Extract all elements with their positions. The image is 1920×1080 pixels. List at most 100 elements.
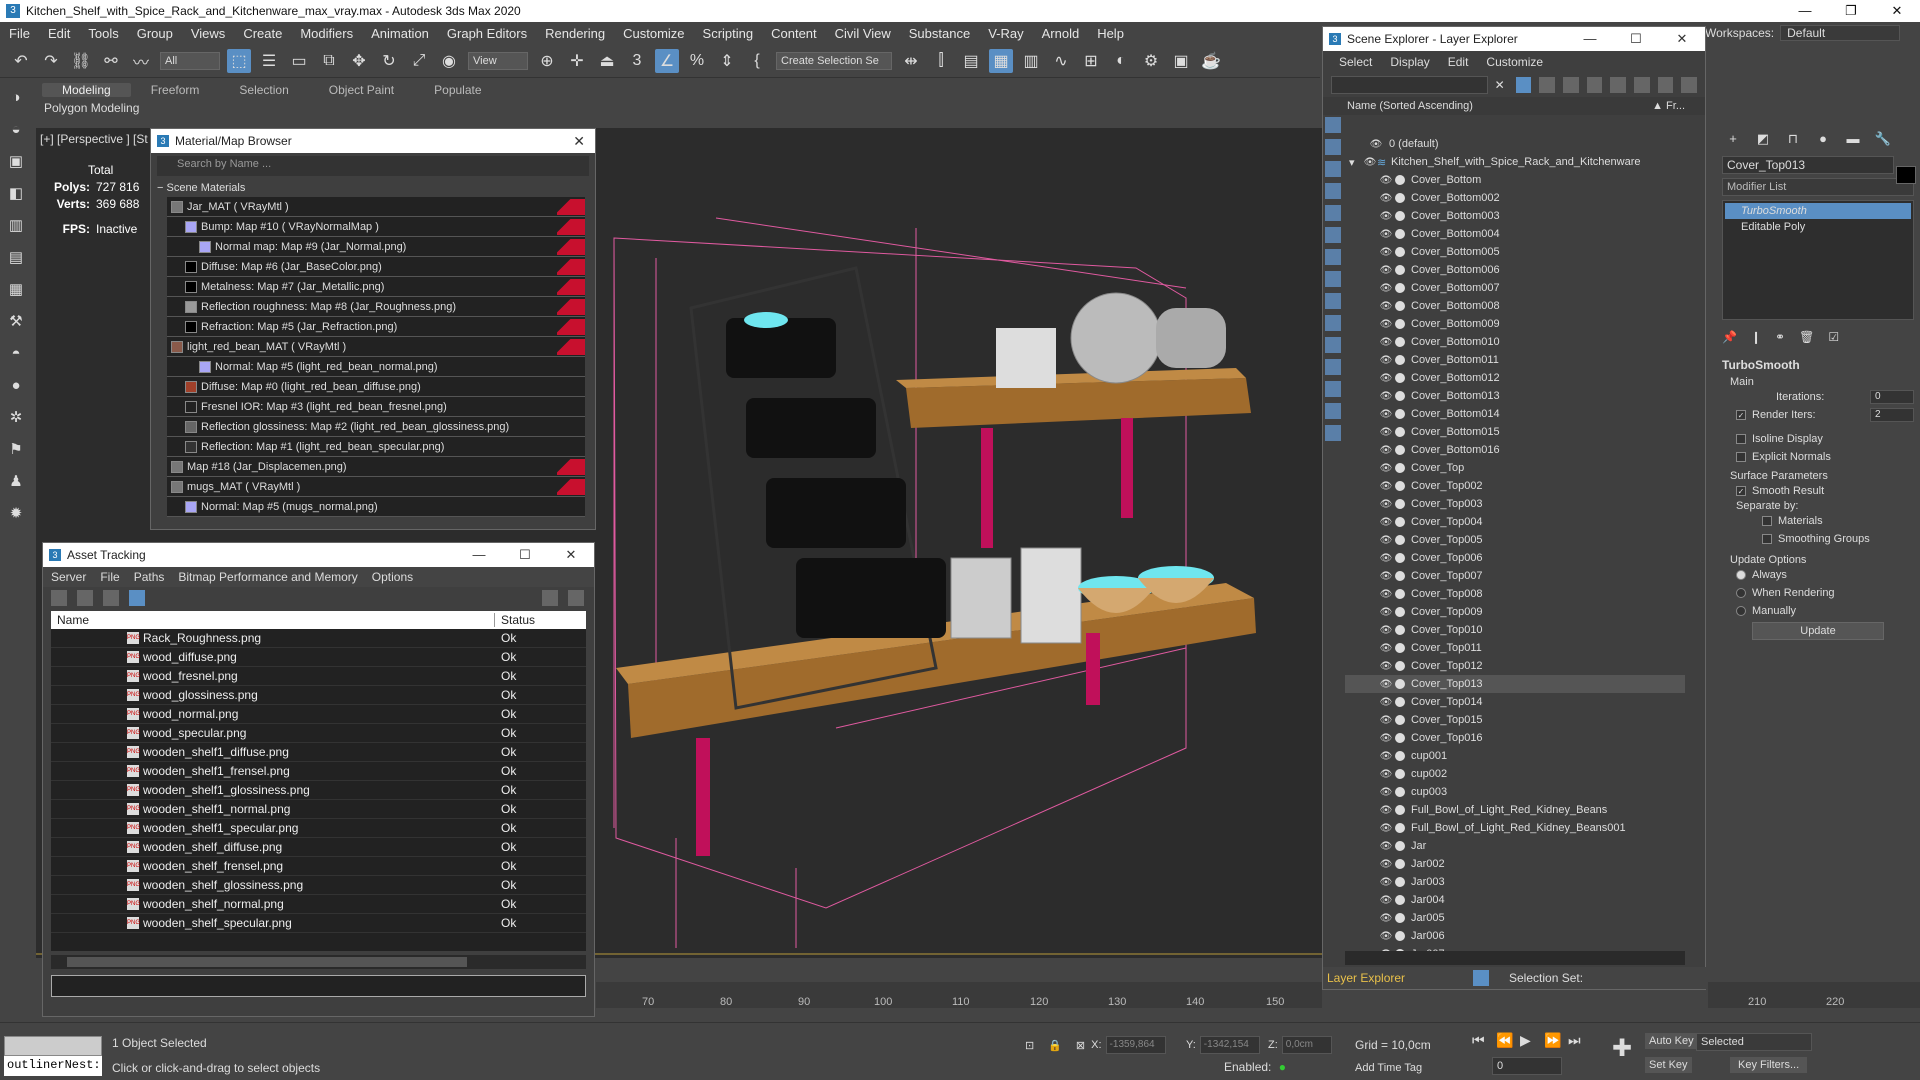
scene-object-row[interactable]: 👁 Cover_Bottom013 xyxy=(1345,387,1685,405)
col-frozen[interactable]: ▲ Fr... xyxy=(1652,100,1685,112)
helpers-icon[interactable]: ▥ xyxy=(5,215,27,237)
map-row[interactable]: Normal: Map #5 (mugs_normal.png) xyxy=(167,497,585,517)
visibility-icon[interactable]: 👁 xyxy=(1379,859,1393,870)
hammer-icon[interactable]: ⚒ xyxy=(5,311,27,333)
asset-row[interactable]: PNG wooden_shelf1_normal.png Ok xyxy=(51,800,586,819)
modify-tab-icon[interactable]: ◩ xyxy=(1754,131,1772,149)
y-field[interactable]: -1342,154 xyxy=(1199,1036,1260,1054)
close-icon[interactable]: ✕ xyxy=(573,133,585,150)
visibility-icon[interactable]: 👁 xyxy=(1379,733,1393,744)
scene-materials-header[interactable]: − Scene Materials xyxy=(151,179,595,197)
menu-edit[interactable]: Edit xyxy=(1448,55,1469,69)
refresh-icon[interactable] xyxy=(51,590,67,606)
stack-icon[interactable] xyxy=(1633,77,1650,93)
orbit-icon[interactable]: ◑ xyxy=(5,87,27,109)
minimize-button[interactable]: — xyxy=(1567,31,1613,47)
visibility-icon[interactable]: 👁 xyxy=(1379,589,1393,600)
update-button[interactable]: Update xyxy=(1752,622,1884,640)
display-helpers-icon[interactable] xyxy=(1325,205,1341,221)
lock-icon[interactable] xyxy=(1539,77,1555,93)
scene-object-row[interactable]: 👁 cup003 xyxy=(1345,783,1685,801)
visibility-icon[interactable]: 👁 xyxy=(1379,823,1393,834)
ribbon-polygon-modeling[interactable]: Polygon Modeling xyxy=(44,101,139,115)
asset-row[interactable]: PNG wood_specular.png Ok xyxy=(51,724,586,743)
display-xrefs-icon[interactable] xyxy=(1325,271,1341,287)
clear-icon[interactable]: ✕ xyxy=(1492,77,1508,93)
visibility-icon[interactable]: 👁 xyxy=(1379,625,1393,636)
create-selection-set-dropdown[interactable]: Create Selection Se xyxy=(776,51,892,70)
filter-icon[interactable] xyxy=(1515,77,1532,93)
visibility-icon[interactable]: 👁 xyxy=(1379,445,1393,456)
visibility-icon[interactable]: 👁 xyxy=(1379,913,1393,924)
sun-icon[interactable]: ✹ xyxy=(5,503,27,525)
visibility-icon[interactable]: 👁 xyxy=(1379,355,1393,366)
manually-radio[interactable] xyxy=(1736,606,1746,616)
col-name[interactable]: Name (Sorted Ascending) xyxy=(1347,100,1473,112)
remove-modifier-icon[interactable]: 🗑 xyxy=(1799,330,1814,344)
rotate-icon[interactable]: ↻ xyxy=(377,49,401,73)
visibility-icon[interactable]: 👁 xyxy=(1379,247,1393,258)
visibility-icon[interactable]: 👁 xyxy=(1379,841,1393,852)
map-row[interactable]: Reflection glossiness: Map #2 (light_red… xyxy=(167,417,585,437)
close-button[interactable]: ✕ xyxy=(1874,0,1920,22)
explicit-normals-checkbox[interactable] xyxy=(1736,452,1746,462)
visibility-icon[interactable]: 👁 xyxy=(1379,607,1393,618)
visibility-icon[interactable]: 👁 xyxy=(1379,499,1393,510)
visibility-icon[interactable]: 👁 xyxy=(1379,661,1393,672)
timeline-ruler-right[interactable]: 210 220 xyxy=(1708,982,1920,1008)
scene-object-row[interactable]: 👁 Cover_Bottom010 xyxy=(1345,333,1685,351)
select-by-name-icon[interactable]: ☰ xyxy=(257,49,281,73)
menu-display[interactable]: Display xyxy=(1390,55,1429,69)
display-lights-icon[interactable] xyxy=(1325,161,1341,177)
material-editor-icon[interactable]: ◐ xyxy=(1109,49,1133,73)
viewport-layout-icon[interactable]: ◒ xyxy=(5,119,27,141)
menu-help[interactable]: Help xyxy=(1088,26,1133,41)
visibility-icon[interactable]: 👁 xyxy=(1379,409,1393,420)
asset-path-input[interactable] xyxy=(51,975,586,997)
scene-object-row[interactable]: 👁 Cover_Top002 xyxy=(1345,477,1685,495)
visibility-icon[interactable]: 👁 xyxy=(1379,481,1393,492)
scene-object-row[interactable]: 👁 Cover_Bottom014 xyxy=(1345,405,1685,423)
visibility-icon[interactable]: 👁 xyxy=(1379,463,1393,474)
key-mode-dropdown[interactable]: Selected xyxy=(1696,1033,1812,1051)
visibility-icon[interactable]: 👁 xyxy=(1379,877,1393,888)
table-view-icon[interactable] xyxy=(103,590,119,606)
menu-create[interactable]: Create xyxy=(234,26,291,41)
col-name[interactable]: Name xyxy=(51,613,495,627)
material-row[interactable]: light_red_bean_MAT ( VRayMtl ) xyxy=(167,337,585,357)
visibility-icon[interactable]: 👁 xyxy=(1379,895,1393,906)
horizontal-scrollbar[interactable] xyxy=(1345,951,1685,965)
key-filters-button[interactable]: Key Filters... xyxy=(1730,1057,1808,1073)
map-row[interactable]: Fresnel IOR: Map #3 (light_red_bean_fres… xyxy=(167,397,585,417)
layers-icon[interactable] xyxy=(1562,77,1579,93)
map-row[interactable]: Reflection roughness: Map #8 (Jar_Roughn… xyxy=(167,297,585,317)
help-icon[interactable] xyxy=(542,590,558,606)
map-row[interactable]: Refraction: Map #5 (Jar_Refraction.png) xyxy=(167,317,585,337)
menu-civil-view[interactable]: Civil View xyxy=(826,26,900,41)
schematic-view-icon[interactable]: ⊞ xyxy=(1079,49,1103,73)
bell-icon[interactable]: ◓ xyxy=(5,343,27,365)
maximize-button[interactable]: ☐ xyxy=(502,547,548,563)
scene-object-row[interactable]: 👁 Jar006 xyxy=(1345,927,1685,945)
map-row[interactable]: Normal map: Map #9 (Jar_Normal.png) xyxy=(167,237,585,257)
enabled-indicator-icon[interactable]: ● xyxy=(1279,1060,1286,1074)
object-name-field[interactable]: Cover_Top013 xyxy=(1722,156,1894,174)
maxscript-input[interactable]: outlinerNest: xyxy=(4,1056,102,1076)
reference-coord-dropdown[interactable]: View xyxy=(468,51,528,70)
scene-object-row[interactable]: 👁 Cover_Bottom011 xyxy=(1345,351,1685,369)
smooth-result-checkbox[interactable]: ✓ xyxy=(1736,486,1746,496)
display-groups-icon[interactable] xyxy=(1325,249,1341,265)
menu-graph-editors[interactable]: Graph Editors xyxy=(438,26,536,41)
camera-icon[interactable]: ▣ xyxy=(5,151,27,173)
scene-object-row[interactable]: 👁 Cover_Top016 xyxy=(1345,729,1685,747)
motion-tab-icon[interactable]: ● xyxy=(1814,131,1832,149)
edit-named-selections-icon[interactable]: { xyxy=(745,49,769,73)
z-field[interactable]: 0,0cm xyxy=(1281,1036,1332,1054)
map-row[interactable]: Map #18 (Jar_Displacemen.png) xyxy=(167,457,585,477)
maximize-button[interactable]: ❐ xyxy=(1828,0,1874,22)
scale-icon[interactable]: ⤢ xyxy=(407,49,431,73)
horizontal-scrollbar[interactable] xyxy=(51,955,586,969)
menu-paths[interactable]: Paths xyxy=(134,570,165,584)
align-icon[interactable]: ⫿ xyxy=(929,49,953,73)
display-cameras-icon[interactable] xyxy=(1325,183,1341,199)
